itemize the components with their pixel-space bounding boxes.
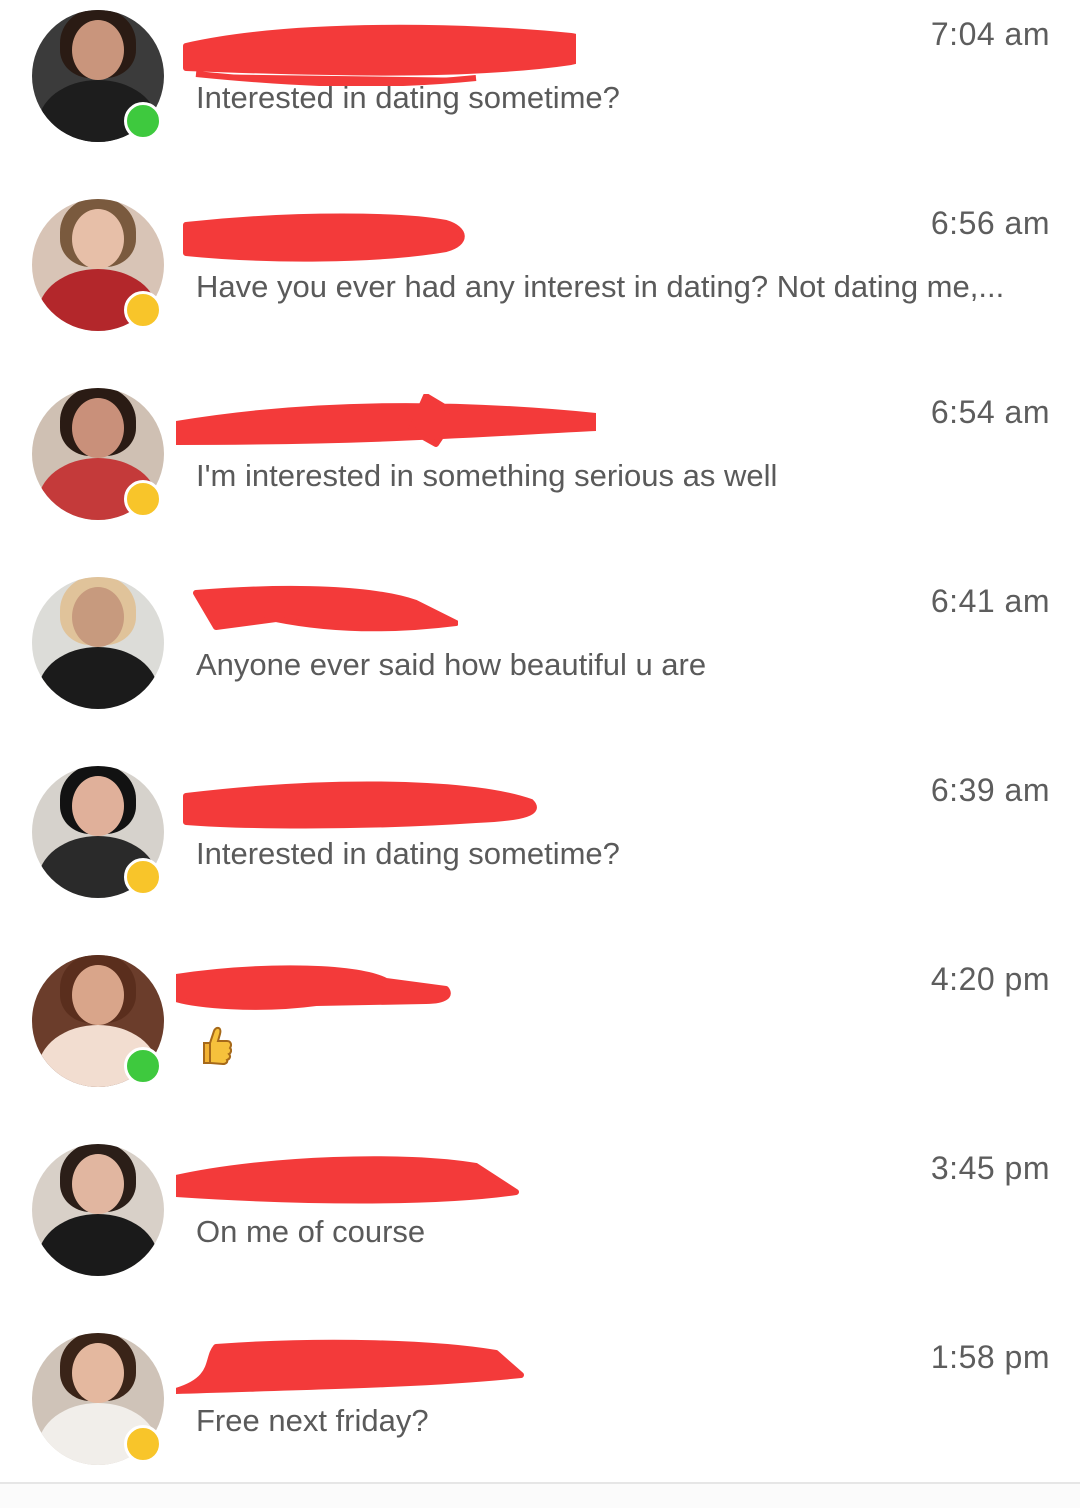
avatar-face bbox=[72, 20, 124, 80]
list-bottom-divider bbox=[0, 1482, 1080, 1508]
avatar-face bbox=[72, 1154, 124, 1214]
thumbs-up-icon bbox=[203, 1026, 232, 1065]
avatar-face bbox=[72, 209, 124, 269]
status-dot bbox=[124, 858, 162, 896]
message-time: 6:54 am bbox=[930, 394, 1050, 430]
redacted-name bbox=[193, 585, 458, 632]
message-time: 6:39 am bbox=[930, 772, 1050, 808]
avatar-face bbox=[72, 1343, 124, 1403]
avatar[interactable] bbox=[32, 577, 164, 709]
conversation-row[interactable]: 3:45 pm On me of course bbox=[0, 1134, 1080, 1323]
redacted-name bbox=[183, 213, 465, 262]
avatar-face bbox=[72, 776, 124, 836]
conversation-row[interactable]: 4:20 pm 👍 bbox=[0, 945, 1080, 1134]
message-preview: Free next friday? bbox=[196, 1403, 429, 1438]
message-time: 3:45 pm bbox=[930, 1150, 1050, 1186]
status-dot bbox=[124, 291, 162, 329]
avatar-face bbox=[72, 587, 124, 647]
message-time: 4:20 pm bbox=[930, 961, 1050, 997]
conversation-row[interactable]: 6:39 am Interested in dating sometime? bbox=[0, 756, 1080, 945]
conversation-row[interactable]: 6:41 am Anyone ever said how beautiful u… bbox=[0, 567, 1080, 756]
status-dot bbox=[124, 1047, 162, 1085]
message-preview: I'm interested in something serious as w… bbox=[196, 458, 778, 493]
message-time: 1:58 pm bbox=[930, 1339, 1050, 1375]
status-dot bbox=[124, 1425, 162, 1463]
redacted-name bbox=[176, 965, 451, 1010]
message-preview: Have you ever had any interest in dating… bbox=[196, 269, 1005, 304]
message-preview: Interested in dating sometime? bbox=[196, 836, 620, 871]
status-dot bbox=[124, 102, 162, 140]
redacted-name bbox=[176, 1339, 524, 1394]
conversation-row[interactable]: 6:54 am I'm interested in something seri… bbox=[0, 378, 1080, 567]
redacted-name bbox=[176, 394, 596, 447]
avatar[interactable] bbox=[32, 1144, 164, 1276]
message-preview: On me of course bbox=[196, 1214, 426, 1249]
conversation-list: 7:04 am Interested in dating sometime? 6… bbox=[0, 0, 1080, 1512]
message-preview: Interested in dating sometime? bbox=[196, 80, 620, 115]
avatar-face bbox=[72, 398, 124, 458]
avatar-face bbox=[72, 965, 124, 1025]
redacted-name bbox=[183, 781, 537, 829]
message-preview: Anyone ever said how beautiful u are bbox=[196, 647, 707, 682]
conversation-row[interactable]: 7:04 am Interested in dating sometime? bbox=[0, 0, 1080, 189]
message-time: 7:04 am bbox=[930, 16, 1050, 52]
message-time: 6:41 am bbox=[930, 583, 1050, 619]
redacted-name bbox=[183, 24, 576, 86]
redacted-name bbox=[176, 1156, 519, 1204]
message-time: 6:56 am bbox=[930, 205, 1050, 241]
status-dot bbox=[124, 480, 162, 518]
conversation-row[interactable]: 6:56 am Have you ever had any interest i… bbox=[0, 189, 1080, 378]
